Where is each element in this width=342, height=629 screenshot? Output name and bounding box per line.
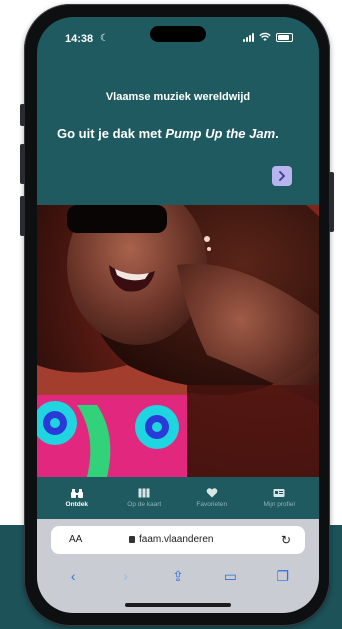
video-still: [37, 205, 319, 477]
headline-song[interactable]: Pump Up the Jam: [165, 126, 275, 141]
headline-suffix: .: [275, 126, 279, 141]
back-icon[interactable]: ‹: [58, 568, 88, 584]
page-title: Vlaamse muziek wereldwijd: [105, 91, 251, 103]
address-bar[interactable]: AA faam.vlaanderen ↻: [51, 526, 305, 554]
nav-item-op-de-kaart[interactable]: Op de kaart: [114, 488, 174, 508]
browser-chrome: AA faam.vlaanderen ↻ ‹ › ⇪ ▭ ❐: [37, 519, 319, 613]
music-video-frame[interactable]: [37, 205, 319, 477]
headline-prefix: Go uit je dak met: [57, 126, 166, 141]
phone-screen: 14:38 ☾ Vlaamse muziek wereldwijd Go uit…: [37, 17, 319, 613]
dynamic-island: [150, 26, 206, 42]
moon-icon: ☾: [100, 33, 109, 44]
tabs-icon[interactable]: ❐: [268, 568, 298, 585]
nav-item-favorieten[interactable]: Favorieten: [182, 488, 242, 508]
share-icon[interactable]: ⇪: [163, 568, 193, 585]
nav-label: Op de kaart: [127, 501, 162, 508]
nav-label: Favorieten: [196, 501, 228, 508]
battery-icon: [276, 32, 293, 42]
status-time: 14:38: [65, 33, 94, 45]
nav-item-mijn-profiel[interactable]: Mijn profiel: [249, 488, 309, 508]
reload-icon[interactable]: ↻: [281, 533, 291, 547]
volume-down-button: [20, 196, 25, 236]
wifi-icon: [259, 32, 271, 41]
nav-label: Mijn profiel: [263, 501, 295, 508]
map-icon: [138, 488, 150, 498]
heart-icon: [206, 488, 218, 498]
lock-icon: [129, 536, 135, 543]
signal-icon: [243, 32, 254, 42]
volume-up-button: [20, 144, 25, 184]
browser-toolbar: ‹ › ⇪ ▭ ❐: [37, 563, 319, 589]
silent-switch: [20, 104, 25, 126]
profile-card-icon: [273, 489, 285, 497]
nav-item-ontdek[interactable]: Ontdek: [47, 488, 107, 508]
chevron-right-icon: [279, 171, 285, 181]
binoculars-icon: [70, 489, 83, 498]
forward-icon[interactable]: ›: [111, 568, 141, 584]
bottom-nav: Ontdek Op de kaart Favorieten Mijn profi…: [37, 477, 319, 519]
text-size-button[interactable]: AA: [69, 534, 82, 545]
nav-label: Ontdek: [65, 501, 88, 508]
status-indicators: [243, 32, 293, 42]
headline: Go uit je dak met Pump Up the Jam.: [57, 125, 297, 143]
power-button: [329, 172, 334, 232]
bookmarks-icon[interactable]: ▭: [215, 568, 245, 585]
url-text[interactable]: faam.vlaanderen: [139, 534, 214, 545]
next-button[interactable]: [272, 166, 292, 186]
home-indicator: [125, 603, 231, 607]
